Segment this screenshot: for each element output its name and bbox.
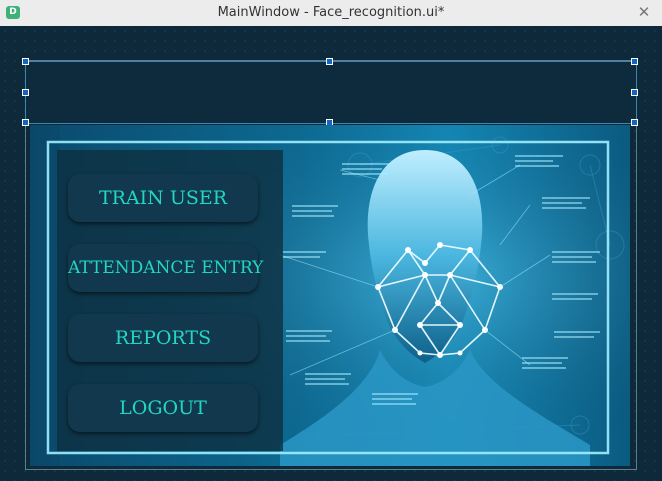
close-icon[interactable]: ✕ xyxy=(636,4,652,20)
train-user-button[interactable]: TRAIN USER xyxy=(68,174,258,222)
window-titlebar: D MainWindow - Face_recognition.ui* ✕ xyxy=(0,0,662,27)
attendance-entry-button[interactable]: ATTENDANCE ENTRY xyxy=(68,244,263,292)
resize-handle-tl[interactable] xyxy=(22,58,29,65)
logout-button[interactable]: LOGOUT xyxy=(68,384,258,432)
resize-handle-mr[interactable] xyxy=(631,89,638,96)
selected-widget[interactable] xyxy=(25,61,637,124)
menu-panel: TRAIN USER ATTENDANCE ENTRY REPORTS LOGO… xyxy=(57,150,283,451)
window-title: MainWindow - Face_recognition.ui* xyxy=(217,5,445,20)
designer-canvas: TRAIN USER ATTENDANCE ENTRY REPORTS LOGO… xyxy=(0,26,662,481)
resize-handle-tm[interactable] xyxy=(326,58,333,65)
resize-handle-tr[interactable] xyxy=(631,58,638,65)
resize-handle-bl[interactable] xyxy=(22,119,29,126)
resize-handle-br[interactable] xyxy=(631,119,638,126)
reports-button[interactable]: REPORTS xyxy=(68,314,258,362)
face-recognition-background-image: TRAIN USER ATTENDANCE ENTRY REPORTS LOGO… xyxy=(30,125,630,466)
resize-handle-ml[interactable] xyxy=(22,89,29,96)
